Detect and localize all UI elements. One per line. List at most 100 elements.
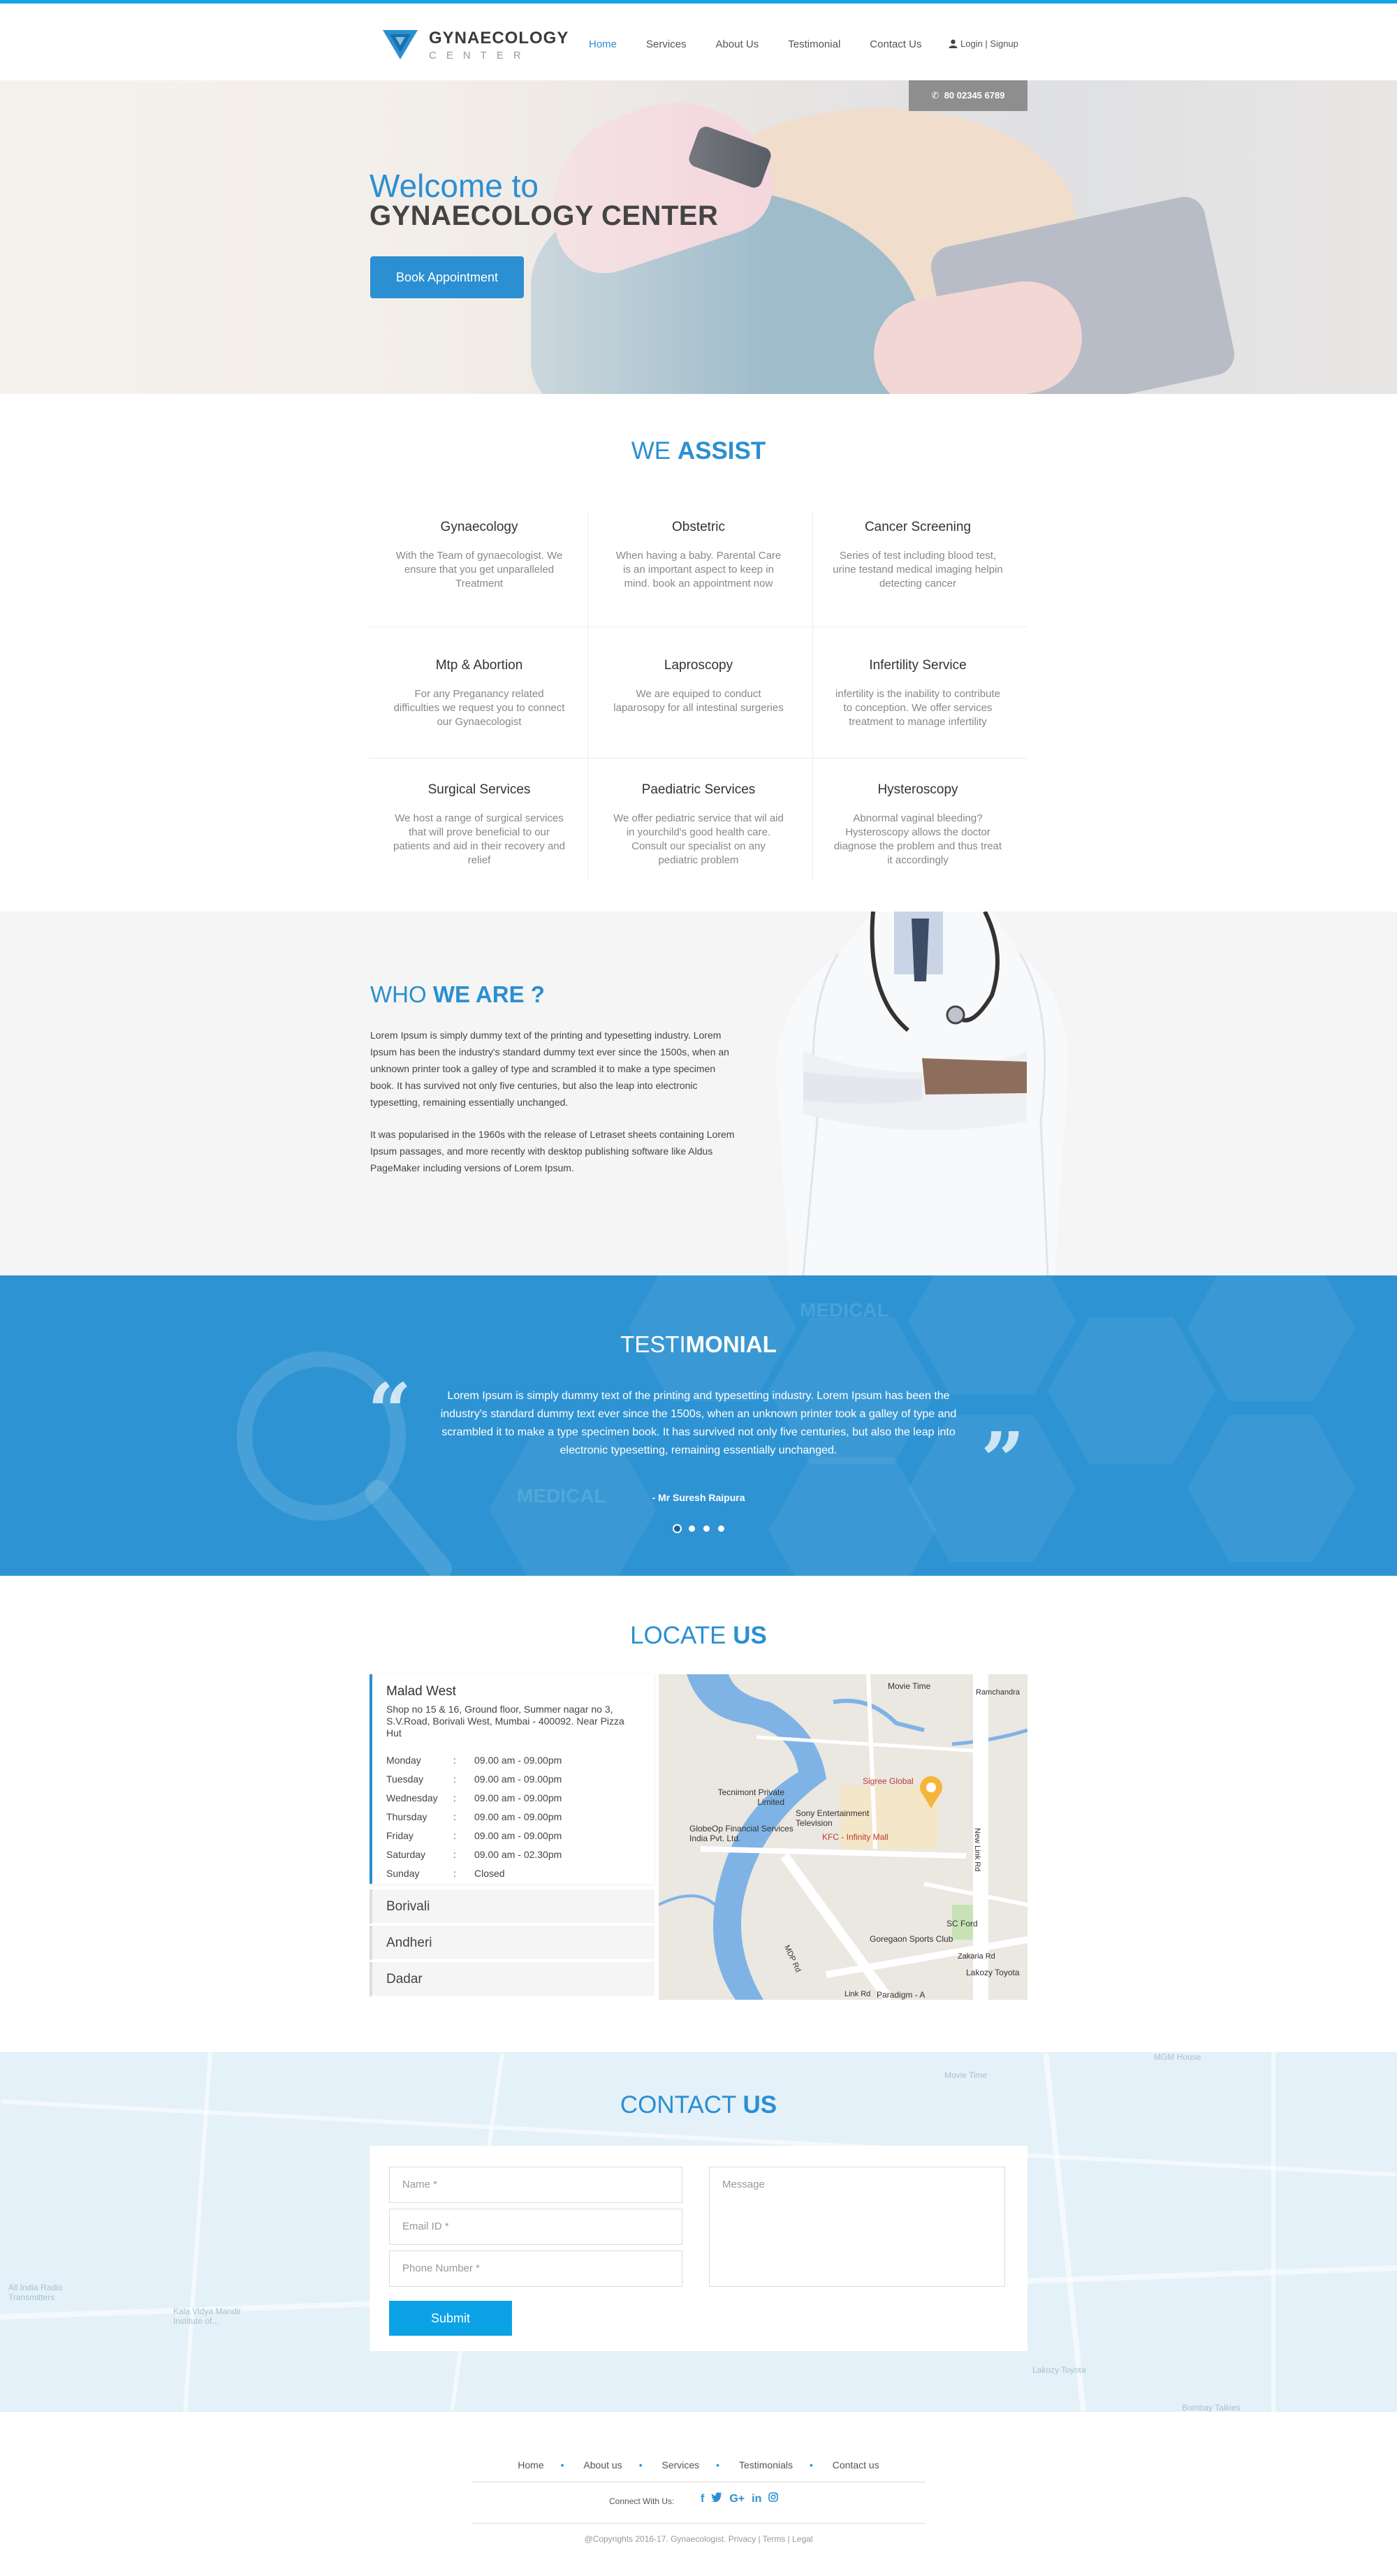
who-title-a: WHO bbox=[370, 981, 433, 1007]
footer-separator: • bbox=[560, 2459, 564, 2471]
phone-icon: ✆ bbox=[931, 90, 939, 101]
service-name: Gynaecology bbox=[440, 520, 518, 534]
message-field[interactable]: Message bbox=[709, 2167, 1005, 2287]
service-desc: With the Team of gynaecologist. We ensur… bbox=[395, 550, 563, 590]
service-name: Infertility Service bbox=[869, 658, 967, 673]
location-item-malad-west[interactable]: Malad West Shop no 15 & 16, Ground floor… bbox=[370, 1674, 654, 1884]
nav-testimonial[interactable]: Testimonial bbox=[788, 38, 840, 50]
user-icon bbox=[949, 39, 958, 48]
testimonial-title-a: TESTI bbox=[620, 1331, 686, 1357]
book-appointment-button[interactable]: Book Appointment bbox=[370, 256, 524, 298]
map-label: Paradigm - A bbox=[877, 1990, 926, 2000]
nav-home[interactable]: Home bbox=[589, 38, 617, 50]
hours-time: 09.00 am - 09.00pm bbox=[474, 1811, 562, 1822]
hours-row: Tuesday:09.00 am - 09.00pm bbox=[386, 1770, 562, 1789]
service-card[interactable]: Mtp & Abortion For any Preganancy relate… bbox=[370, 658, 589, 729]
map-label: Lakozy Toyota bbox=[966, 1968, 1020, 1977]
footer-link-services[interactable]: Services bbox=[661, 2459, 699, 2471]
hours-row: Sunday: Closed bbox=[386, 1864, 562, 1883]
service-desc: For any Preganancy related difficulties … bbox=[393, 688, 565, 728]
service-card[interactable]: Obstetric When having a baby. Parental C… bbox=[589, 520, 808, 591]
service-card[interactable]: Paediatric Services We offer pediatric s… bbox=[589, 782, 808, 868]
facebook-icon[interactable]: f bbox=[701, 2493, 704, 2505]
opening-hours: Monday:09.00 am - 09.00pm Tuesday:09.00 … bbox=[386, 1751, 562, 1883]
location-address: Shop no 15 & 16, Ground floor, Summer na… bbox=[386, 1704, 624, 1739]
bg-map-label: MGM House bbox=[1154, 2052, 1201, 2062]
google-plus-icon[interactable]: G+ bbox=[729, 2493, 745, 2505]
login-signup-link[interactable]: Login | Signup bbox=[949, 38, 1018, 49]
footer-link-about[interactable]: About us bbox=[583, 2459, 622, 2471]
footer-link-testimonials[interactable]: Testimonials bbox=[739, 2459, 793, 2471]
testimonial-author: - Mr Suresh Raipura bbox=[652, 1492, 745, 1503]
twitter-icon[interactable] bbox=[711, 2492, 723, 2505]
testimonial-title: TESTIMONIAL bbox=[0, 1331, 1397, 1358]
footer-nav: Home • About us • Services • Testimonials • … bbox=[0, 2459, 1397, 2471]
map-label: New Link Rd bbox=[973, 1828, 981, 1872]
service-card[interactable]: Gynaecology With the Team of gynaecologi… bbox=[370, 520, 589, 591]
locate-title-b: US bbox=[733, 1622, 767, 1649]
name-field[interactable]: Name * bbox=[389, 2167, 682, 2203]
location-item-andheri[interactable]: Andheri bbox=[370, 1926, 654, 1961]
map-label: Goregaon Sports Club bbox=[870, 1934, 953, 1944]
service-desc: We offer pediatric service that wil aid … bbox=[613, 812, 784, 866]
nav-about-us[interactable]: About Us bbox=[716, 38, 759, 50]
hours-day: Wednesday bbox=[386, 1792, 438, 1803]
main-nav: Home Services About Us Testimonial Conta… bbox=[589, 38, 951, 50]
submit-button[interactable]: Submit bbox=[389, 2301, 512, 2336]
map-label: Movie Time bbox=[888, 1681, 931, 1691]
footer-link-contact[interactable]: Contact us bbox=[833, 2459, 879, 2471]
instagram-icon[interactable] bbox=[768, 2492, 779, 2505]
location-item-dadar[interactable]: Dadar bbox=[370, 1962, 654, 1997]
bg-hexagon bbox=[768, 1457, 936, 1576]
copyright-text: @Copyrights 2016-17. Gynaecologist. Priv… bbox=[584, 2534, 813, 2544]
who-paragraph-1: Lorem Ipsum is simply dummy text of the … bbox=[370, 1030, 729, 1108]
hours-row: Friday:09.00 am - 09.00pm bbox=[386, 1827, 562, 1845]
carousel-dot[interactable] bbox=[689, 1525, 695, 1532]
contact-title-a: CONTACT bbox=[620, 2091, 743, 2118]
service-desc: We are equiped to conduct laparosopy for… bbox=[613, 688, 784, 714]
testimonial-title-b: MONIAL bbox=[685, 1331, 777, 1357]
location-name: Malad West bbox=[386, 1684, 456, 1699]
carousel-dot[interactable] bbox=[718, 1525, 724, 1532]
contact-section-title: CONTACT US bbox=[0, 2091, 1397, 2119]
linkedin-icon[interactable]: in bbox=[752, 2493, 761, 2505]
logo-title: GYNAECOLOGY bbox=[429, 29, 569, 47]
service-card[interactable]: Laproscopy We are equiped to conduct lap… bbox=[589, 658, 808, 715]
service-card[interactable]: Cancer Screening Series of test includin… bbox=[808, 520, 1027, 591]
nav-contact-us[interactable]: Contact Us bbox=[870, 38, 921, 50]
map-label: Zakaria Rd bbox=[958, 1952, 995, 1961]
carousel-dot[interactable] bbox=[674, 1525, 680, 1532]
bg-map-label: Bombay Talkies bbox=[1182, 2403, 1241, 2412]
hours-time: 09.00 am - 02.30pm bbox=[474, 1849, 562, 1860]
bg-word: MEDICAL bbox=[800, 1299, 889, 1321]
service-desc: Series of test including blood test, uri… bbox=[833, 550, 1003, 590]
hero-overlay bbox=[0, 80, 768, 394]
doctor-image bbox=[775, 912, 1069, 1275]
phone-badge[interactable]: ✆ 80 02345 6789 bbox=[909, 80, 1027, 111]
service-desc: We host a range of surgical services tha… bbox=[393, 812, 565, 866]
hours-day: Sunday bbox=[386, 1868, 420, 1879]
service-name: Surgical Services bbox=[427, 782, 531, 797]
site-logo[interactable]: GYNAECOLOGY CENTER bbox=[381, 24, 568, 66]
footer-link-home[interactable]: Home bbox=[518, 2459, 543, 2471]
map-label: Sigree Global bbox=[863, 1776, 914, 1786]
location-item-borivali[interactable]: Borivali bbox=[370, 1889, 654, 1924]
service-desc: Abnormal vaginal bleeding? Hysteroscopy … bbox=[833, 812, 1002, 866]
hours-day: Monday bbox=[386, 1755, 421, 1766]
phone-field[interactable]: Phone Number * bbox=[389, 2251, 682, 2287]
map-label: GlobeOp Financial Services India Pvt. Lt… bbox=[689, 1824, 793, 1843]
location-map[interactable]: Movie Time Ramchandra Sigree Global Tecn… bbox=[659, 1674, 1027, 2000]
footer-separator: • bbox=[810, 2459, 813, 2471]
service-card[interactable]: Hysteroscopy Abnormal vaginal bleeding? … bbox=[808, 782, 1027, 868]
map-label: SC Ford bbox=[946, 1919, 978, 1929]
hours-day: Tuesday bbox=[386, 1773, 424, 1785]
site-header: GYNAECOLOGY CENTER Home Services About U… bbox=[0, 3, 1397, 80]
carousel-dot[interactable] bbox=[703, 1525, 710, 1532]
email-field[interactable]: Email ID * bbox=[389, 2209, 682, 2245]
logo-mark-icon bbox=[383, 30, 418, 59]
map-label: Link Rd bbox=[844, 1990, 871, 1998]
grid-divider bbox=[370, 758, 1027, 759]
service-card[interactable]: Infertility Service infertility is the i… bbox=[808, 658, 1027, 729]
service-card[interactable]: Surgical Services We host a range of sur… bbox=[370, 782, 589, 868]
nav-services[interactable]: Services bbox=[646, 38, 687, 50]
